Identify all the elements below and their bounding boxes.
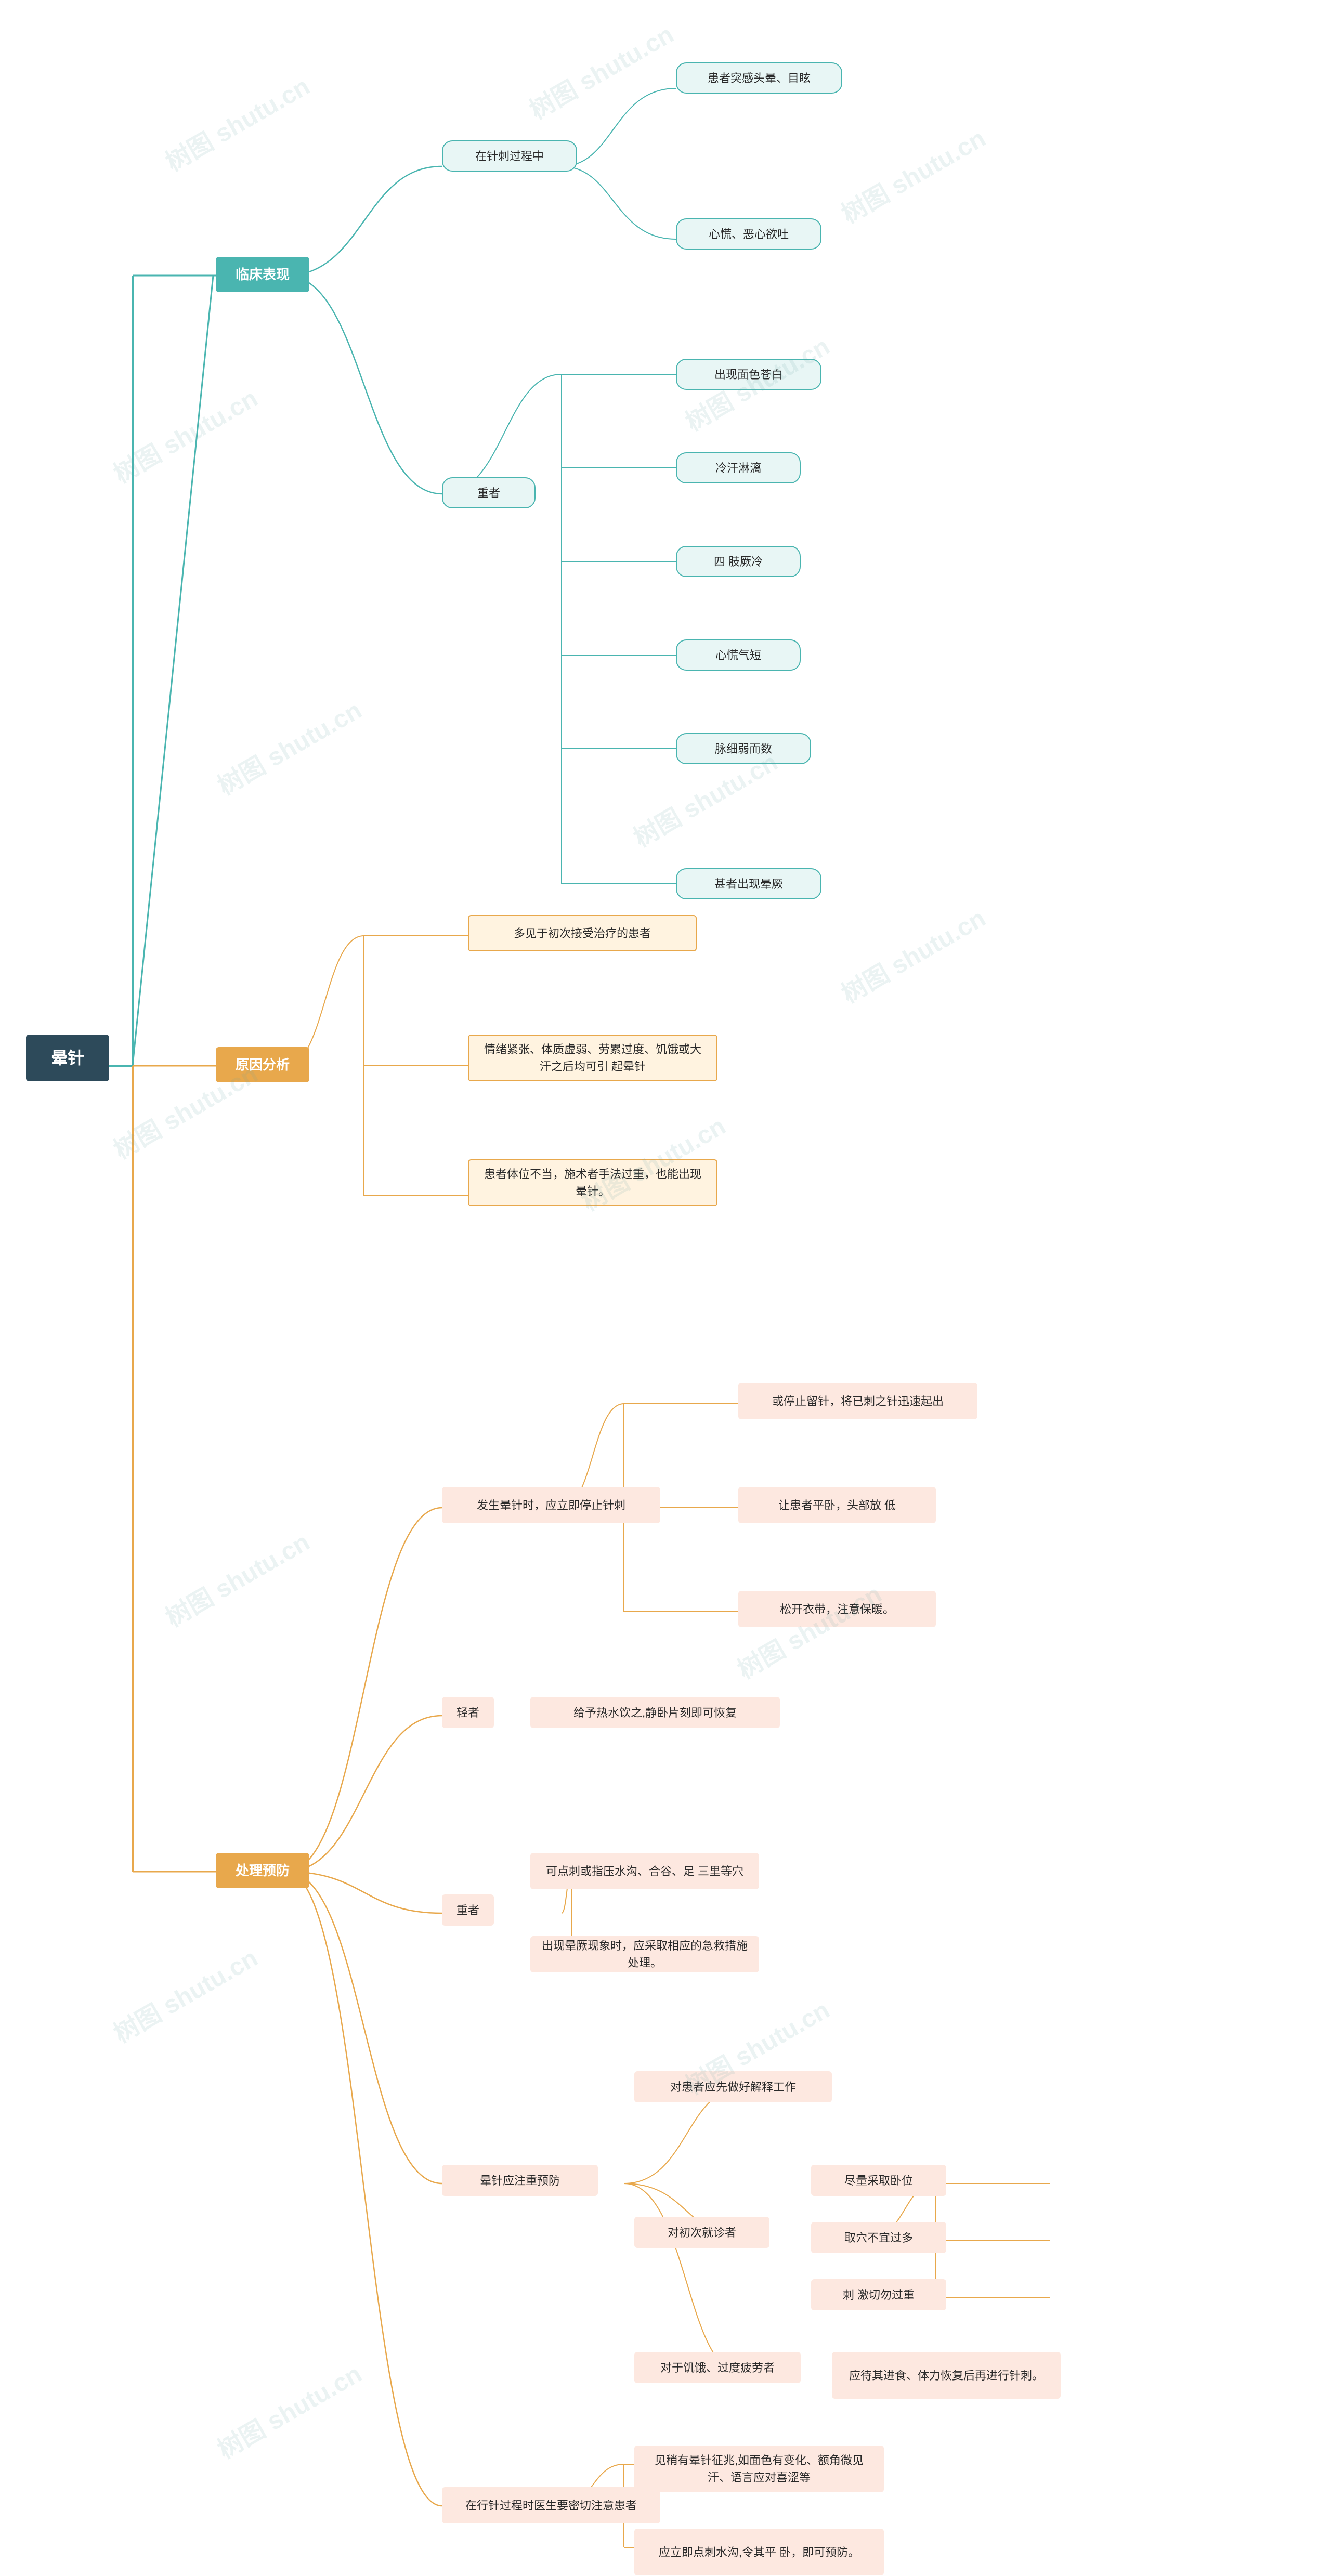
after-meal-node: 应待其进食、体力恢复后再进行针刺。 [832, 2352, 1061, 2399]
clinical-node: 临床表现 [216, 257, 309, 292]
watermark: 树图 shutu.cn [210, 690, 367, 802]
severe-clinical-node: 重者 [442, 477, 536, 508]
pulse-node: 脉细弱而数 [676, 733, 811, 764]
pale-face-node: 出现面色苍白 [676, 359, 821, 390]
lying-position-node: 尽量采取卧位 [811, 2165, 946, 2196]
watermark: 树图 shutu.cn [833, 898, 991, 1010]
watermark: 树图 shutu.cn [158, 66, 315, 178]
few-points-node: 取穴不宜过多 [811, 2222, 946, 2253]
hungry-node: 对于饥饿、过度疲劳者 [634, 2352, 801, 2383]
in-needling-node: 在针刺过程中 [442, 140, 577, 172]
gentle-stim-node: 刺 激切勿过重 [811, 2279, 946, 2310]
syncope-node: 甚者出现晕厥 [676, 868, 821, 899]
treatment-node: 处理预防 [216, 1853, 309, 1888]
hot-water-node: 给予热水饮之,静卧片刻即可恢复 [530, 1697, 780, 1728]
remove-needle-node: 或停止留针，将已刺之针迅速起出 [738, 1383, 977, 1419]
first-visit-node: 对初次就诊者 [634, 2217, 769, 2248]
cause-item1-node: 多见于初次接受治疗的患者 [468, 915, 697, 951]
root-node: 晕针 [26, 1035, 109, 1081]
mind-map: 树图 shutu.cn 树图 shutu.cn 树图 shutu.cn 树图 s… [0, 0, 1331, 2576]
mild-node: 轻者 [442, 1697, 494, 1728]
immediate-treatment-node: 应立即点刺水沟,令其平 卧，即可预防。 [634, 2529, 884, 2575]
prevention-node: 晕针应注重预防 [442, 2165, 598, 2196]
watermark: 树图 shutu.cn [158, 1522, 315, 1633]
loosen-belt-node: 松开衣带，注意保暖。 [738, 1591, 936, 1627]
emergency-node: 出现晕厥现象时，应采取相应的急救措施处理。 [530, 1936, 759, 1972]
watermark: 树图 shutu.cn [210, 2353, 367, 2465]
watermark: 树图 shutu.cn [106, 1938, 263, 2049]
cold-limbs-node: 四 肢厥冷 [676, 546, 801, 577]
severe-treatment-node: 重者 [442, 1894, 494, 1926]
cause-item2-node: 情绪紧张、体质虚弱、劳累过度、饥饿或大汗之后均可引 起晕针 [468, 1035, 717, 1081]
lay-down-node: 让患者平卧，头部放 低 [738, 1487, 936, 1523]
acupoint-node: 可点刺或指压水沟、合谷、足 三里等穴 [530, 1853, 759, 1889]
watermark: 树图 shutu.cn [106, 378, 263, 490]
early-signs-node: 见稍有晕针征兆,如面色有变化、额角微见汗、语言应对喜涩等 [634, 2446, 884, 2492]
cold-sweat-node: 冷汗淋漓 [676, 452, 801, 483]
observe-patient-node: 在行针过程时医生要密切注意患者 [442, 2487, 660, 2523]
palpitation-node: 心慌气短 [676, 639, 801, 671]
explain-node: 对患者应先做好解释工作 [634, 2071, 832, 2102]
watermark: 树图 shutu.cn [521, 14, 679, 126]
cause-item3-node: 患者体位不当，施术者手法过重，也能出现晕针。 [468, 1159, 717, 1206]
watermark: 树图 shutu.cn [833, 118, 991, 230]
dizziness-node: 患者突感头晕、目眩 [676, 62, 842, 94]
stop-needling-node: 发生晕针时，应立即停止针刺 [442, 1487, 660, 1523]
cause-node: 原因分析 [216, 1047, 309, 1082]
nausea-node: 心慌、恶心欲吐 [676, 218, 821, 250]
